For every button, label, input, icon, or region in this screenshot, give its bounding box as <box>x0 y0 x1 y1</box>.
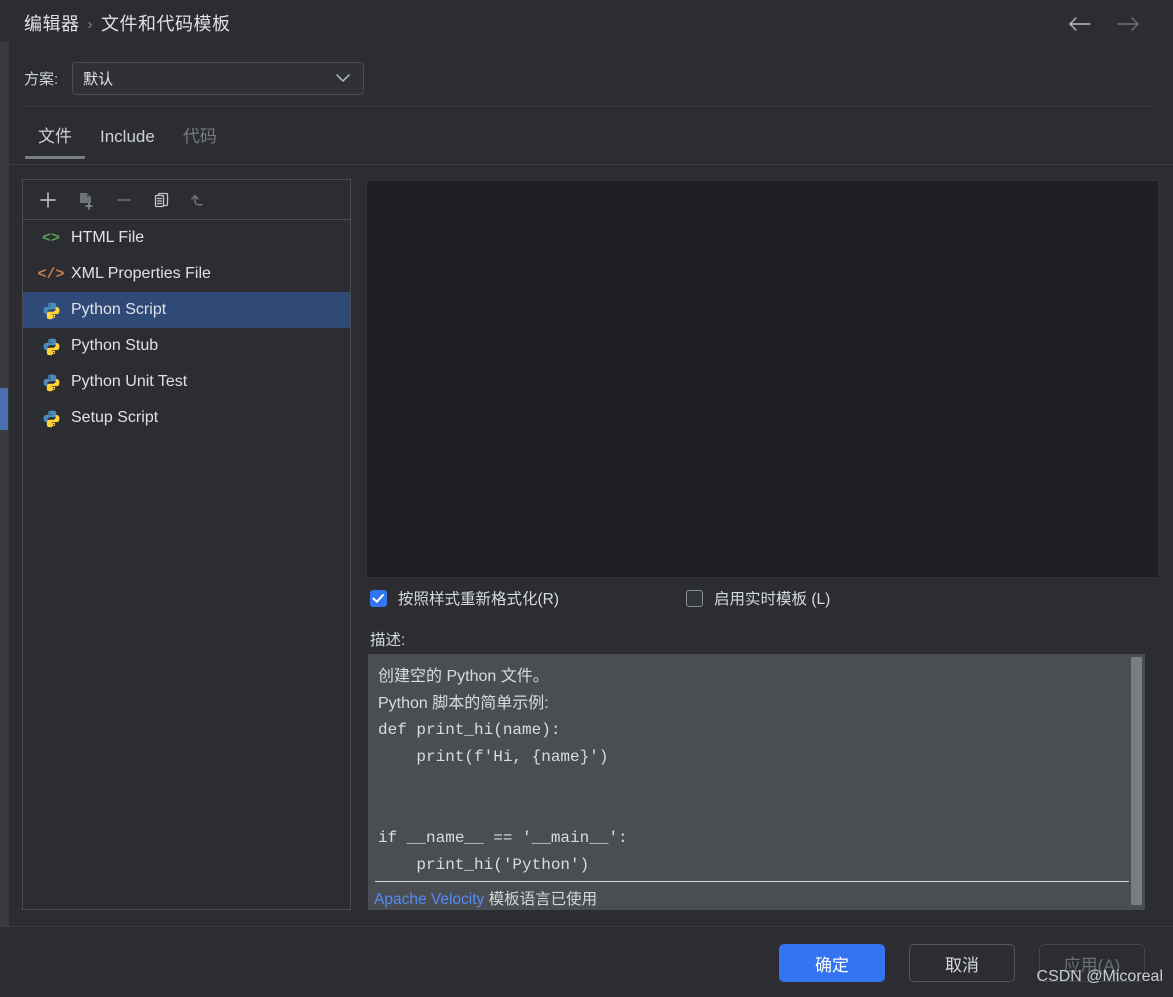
chevron-down-icon <box>335 73 351 83</box>
breadcrumb-root[interactable]: 编辑器 <box>24 14 80 34</box>
velocity-note: Apache Velocity 模板语言已使用 <box>374 887 597 909</box>
tab-code[interactable]: 代码 <box>169 118 231 159</box>
xml-code-icon: </> <box>37 265 65 283</box>
template-list-toolbar <box>23 180 350 220</box>
tab-files[interactable]: 文件 <box>24 118 86 159</box>
reformat-checkbox[interactable]: 按照样式重新格式化(R) <box>370 587 559 609</box>
apache-velocity-link[interactable]: Apache Velocity <box>374 891 484 908</box>
remove-template-button[interactable] <box>107 185 141 215</box>
description-line: print_hi('Python') <box>378 856 590 874</box>
python-icon <box>41 372 61 392</box>
options-row: 按照样式重新格式化(R) 启用实时模板 (L) <box>370 587 830 609</box>
python-icon <box>41 300 61 320</box>
list-item-python-script[interactable]: Python Script <box>23 292 350 328</box>
list-item-label: Python Stub <box>71 337 159 354</box>
breadcrumb: 编辑器 › 文件和代码模板 <box>24 10 231 36</box>
list-item-label: HTML File <box>71 229 145 246</box>
description-line: Python 脚本的简单示例: <box>378 695 549 712</box>
list-item[interactable]: </> XML Properties File <box>23 256 350 292</box>
page-scrollbar[interactable] <box>0 42 9 926</box>
description-line: print(f'Hi, {name}') <box>378 748 609 766</box>
header-divider <box>22 106 1152 107</box>
page-scrollbar-track[interactable] <box>0 42 9 926</box>
description-label: 描述: <box>370 632 406 649</box>
add-template-button[interactable] <box>31 185 65 215</box>
reformat-checkbox-label: 按照样式重新格式化(R) <box>398 591 560 608</box>
live-template-checkbox[interactable]: 启用实时模板 (L) <box>686 587 830 609</box>
template-editor[interactable] <box>366 180 1159 578</box>
list-item[interactable]: Setup Script <box>23 400 350 436</box>
navigation-arrows <box>1065 10 1143 38</box>
list-item-label: Python Script <box>71 301 167 318</box>
list-item[interactable]: Python Unit Test <box>23 364 350 400</box>
description-line <box>375 798 1129 825</box>
breadcrumb-separator-icon: › <box>87 16 93 33</box>
arrow-right-icon[interactable] <box>1113 10 1143 38</box>
template-list-panel: <> HTML File </> XML Properties File Pyt… <box>22 179 351 910</box>
page-scrollbar-thumb[interactable] <box>0 388 8 430</box>
template-list[interactable]: <> HTML File </> XML Properties File Pyt… <box>23 220 350 436</box>
velocity-note-text: 模板语言已使用 <box>484 891 598 908</box>
description-divider <box>375 881 1130 882</box>
description-line: def print_hi(name): <box>378 721 561 739</box>
scheme-row: 方案: 默认 <box>24 62 365 95</box>
checkbox-checked-icon <box>370 589 387 607</box>
python-icon <box>41 408 61 428</box>
breadcrumb-current: 文件和代码模板 <box>101 14 231 34</box>
python-icon <box>41 336 61 356</box>
description-scrollbar[interactable] <box>1129 655 1144 909</box>
list-item-label: Setup Script <box>71 409 159 426</box>
description-content: 创建空的 Python 文件。 Python 脚本的简单示例: def prin… <box>369 655 1129 874</box>
cancel-button[interactable]: 取消 <box>909 944 1015 982</box>
scheme-dropdown-value: 默认 <box>83 71 114 88</box>
live-template-checkbox-label: 启用实时模板 (L) <box>714 591 831 608</box>
scheme-label: 方案: <box>24 71 59 88</box>
html-code-icon: <> <box>41 229 60 247</box>
list-item-label: XML Properties File <box>71 265 211 282</box>
tab-bar-divider <box>0 164 1173 165</box>
arrow-left-icon[interactable] <box>1065 10 1095 38</box>
tab-include[interactable]: Include <box>86 123 169 159</box>
description-line <box>375 771 1129 798</box>
list-item[interactable]: Python Stub <box>23 328 350 364</box>
watermark: CSDN @Micoreal <box>1036 968 1163 985</box>
checkbox-unchecked-icon <box>686 589 704 607</box>
description-line: if __name__ == '__main__': <box>378 829 628 847</box>
create-from-file-button[interactable] <box>69 185 103 215</box>
description-panel[interactable]: 创建空的 Python 文件。 Python 脚本的简单示例: def prin… <box>368 654 1145 910</box>
copy-template-button[interactable] <box>145 185 179 215</box>
ok-button[interactable]: 确定 <box>779 944 885 982</box>
list-item-label: Python Unit Test <box>71 373 188 390</box>
scheme-dropdown[interactable]: 默认 <box>72 62 365 95</box>
reset-template-button[interactable] <box>183 185 217 215</box>
tab-bar: 文件 Include 代码 <box>24 118 231 159</box>
footer-divider <box>0 926 1173 927</box>
description-line: 创建空的 Python 文件。 <box>378 668 549 685</box>
description-scrollbar-thumb[interactable] <box>1131 657 1142 905</box>
list-item[interactable]: <> HTML File <box>23 220 350 256</box>
